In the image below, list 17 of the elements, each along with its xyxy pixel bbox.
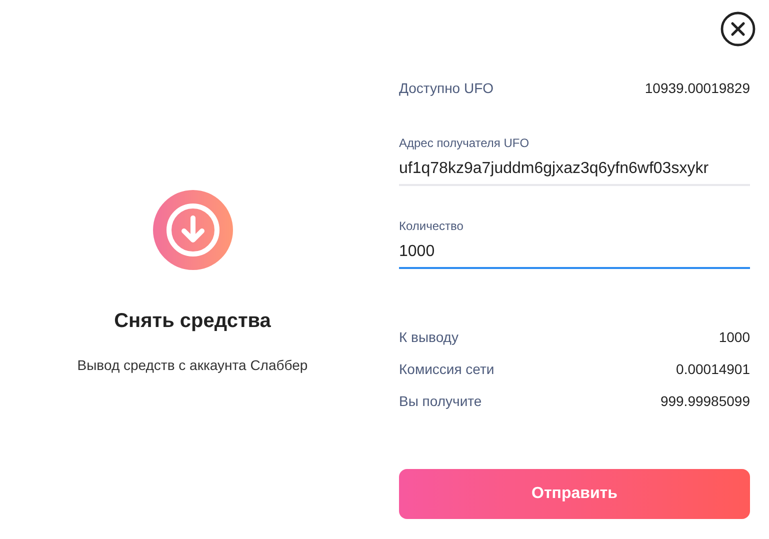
input-field[interactable]: 1000 — [399, 237, 750, 269]
download-icon — [152, 190, 232, 270]
close-icon — [720, 11, 756, 47]
summary-value: 999.99985099 — [660, 393, 750, 409]
balance-label: Доступно UFO — [399, 80, 494, 96]
input-field[interactable]: uf1q78kz9a7juddm6gjxaz3q6yfn6wf03sxykr — [399, 154, 750, 186]
field-label: Количество — [399, 219, 464, 233]
close-button[interactable] — [720, 11, 756, 47]
modal-title: Снять средства — [114, 310, 271, 333]
summary-label: Вы получите — [399, 393, 482, 409]
field-label: Адрес получателя UFO — [399, 136, 530, 150]
summary-label: К выводу — [399, 329, 458, 345]
summary-value: 0.00014901 — [676, 361, 750, 377]
balance-value: 10939.00019829 — [644, 80, 750, 96]
summary-value: 1000 — [718, 329, 750, 345]
summary-label: Комиссия сети — [399, 361, 494, 377]
modal-subtitle: Вывод средств с аккаунта Слаббер — [77, 357, 308, 373]
